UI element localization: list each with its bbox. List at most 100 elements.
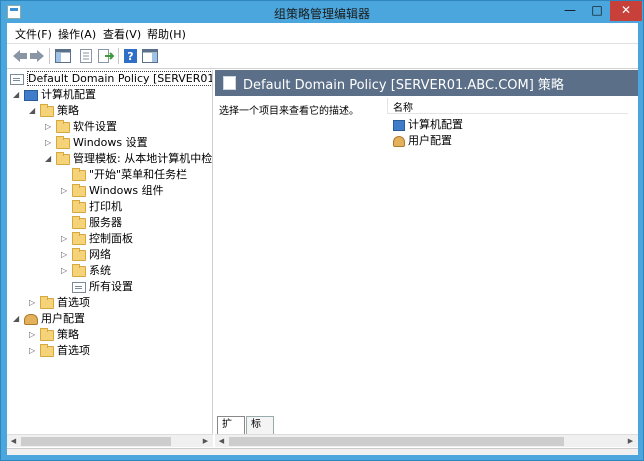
menu-help[interactable]: 帮助(H)	[147, 26, 186, 42]
folder-icon	[56, 135, 70, 149]
expand-arrow-icon[interactable]: ▷	[61, 247, 71, 263]
svg-text:?: ?	[127, 50, 133, 63]
folder-icon	[56, 119, 70, 133]
forward-arrow-icon[interactable]	[28, 48, 46, 64]
scrollbar-thumb[interactable]	[21, 437, 171, 446]
details-pane: Default Domain Policy [SERVER01.ABC.COM]…	[215, 70, 638, 435]
tab-standard[interactable]: 标准	[246, 416, 274, 446]
tree-item-user-preferences[interactable]: ▷ 首选项	[29, 343, 90, 359]
app-window: 组策略管理编辑器 — □ ✕ 文件(F) 操作(A) 查看(V) 帮助(H) ?…	[0, 0, 644, 461]
tab-extended[interactable]: 扩展	[217, 416, 245, 446]
tree-label-server: 服务器	[89, 216, 122, 229]
tree-label-all-settings: 所有设置	[89, 280, 133, 293]
column-header-name[interactable]: 名称	[388, 98, 628, 114]
tree-item-software-settings[interactable]: ▷ 软件设置	[45, 119, 117, 135]
tree-item-admin-templates[interactable]: ◢ 管理模板: 从本地计算机中检索的策略定义(ADMX 文件)	[45, 151, 213, 167]
export-list-icon[interactable]	[96, 48, 114, 64]
tree-label-windows-settings: Windows 设置	[73, 136, 148, 149]
expand-arrow-icon[interactable]: ▷	[29, 327, 39, 343]
menu-action[interactable]: 操作(A)	[58, 26, 96, 42]
tree-item-printers[interactable]: 打印机	[61, 199, 122, 215]
folder-icon	[40, 103, 54, 117]
collapse-arrow-icon[interactable]: ◢	[13, 87, 23, 103]
tree-item-root[interactable]: Default Domain Policy [SERVER01.ABC.COM]…	[9, 71, 212, 87]
scroll-right-icon[interactable]: ▶	[625, 436, 636, 447]
expand-arrow-icon[interactable]: ▷	[45, 119, 55, 135]
tree-label-windows-components: Windows 组件	[89, 184, 164, 197]
expand-arrow-icon[interactable]: ▷	[45, 135, 55, 151]
tree-item-user-config[interactable]: ◢ 用户配置	[13, 311, 85, 327]
policy-document-icon	[223, 76, 236, 90]
status-bar	[7, 448, 638, 455]
scrollbar-thumb[interactable]	[229, 437, 564, 446]
scroll-left-icon[interactable]: ◀	[8, 436, 19, 447]
tree-label-user-policies: 策略	[57, 328, 79, 341]
expand-arrow-icon[interactable]: ▷	[61, 183, 71, 199]
list-item-computer-config[interactable]: 计算机配置	[393, 117, 463, 133]
folder-icon	[72, 167, 86, 181]
tree-item-user-policies[interactable]: ▷ 策略	[29, 327, 79, 343]
scroll-right-icon[interactable]: ▶	[200, 436, 211, 447]
tree-label-policies: 策略	[57, 104, 79, 117]
collapse-arrow-icon[interactable]: ◢	[13, 311, 23, 327]
computer-icon	[24, 89, 38, 101]
tree-label-preferences: 首选项	[57, 296, 90, 309]
close-button[interactable]: ✕	[610, 1, 642, 21]
tree-item-windows-settings[interactable]: ▷ Windows 设置	[45, 135, 148, 151]
collapse-arrow-icon[interactable]: ◢	[45, 151, 55, 167]
show-hide-action-pane-icon[interactable]	[141, 48, 159, 64]
tree-item-windows-components[interactable]: ▷ Windows 组件	[61, 183, 164, 199]
folder-icon	[72, 231, 86, 245]
list-item-label: 计算机配置	[408, 118, 463, 131]
title-bar[interactable]: 组策略管理编辑器 — □ ✕	[1, 1, 643, 23]
folder-icon	[72, 183, 86, 197]
toolbar: ?	[7, 43, 638, 69]
expand-arrow-icon[interactable]: ▷	[61, 231, 71, 247]
expand-arrow-icon[interactable]: ▷	[29, 295, 39, 311]
tree-item-network[interactable]: ▷ 网络	[61, 247, 111, 263]
tree-label-system: 系统	[89, 264, 111, 277]
toolbar-separator	[49, 48, 50, 64]
tree-horizontal-scrollbar[interactable]: ◀ ▶	[7, 434, 213, 447]
maximize-button[interactable]: □	[584, 1, 610, 21]
details-horizontal-scrollbar[interactable]: ◀ ▶	[215, 434, 638, 447]
expand-arrow-icon[interactable]: ▷	[61, 263, 71, 279]
tree-item-all-settings[interactable]: 所有设置	[61, 279, 133, 295]
user-icon	[393, 135, 405, 147]
menu-file[interactable]: 文件(F)	[15, 26, 52, 42]
list-item-user-config[interactable]: 用户配置	[393, 133, 452, 149]
all-settings-icon	[72, 281, 86, 293]
tree-item-preferences[interactable]: ▷ 首选项	[29, 295, 90, 311]
details-header: Default Domain Policy [SERVER01.ABC.COM]…	[215, 70, 638, 96]
minimize-button[interactable]: —	[557, 1, 583, 21]
tree-label-software-settings: 软件设置	[73, 120, 117, 133]
toolbar-separator	[118, 48, 119, 64]
collapse-arrow-icon[interactable]: ◢	[29, 103, 39, 119]
tree-label-root: Default Domain Policy [SERVER01.ABC.COM]…	[27, 71, 212, 86]
show-hide-tree-icon[interactable]	[54, 48, 72, 64]
tree-item-policies[interactable]: ◢ 策略	[29, 103, 79, 119]
folder-icon	[72, 199, 86, 213]
tree-item-system[interactable]: ▷ 系统	[61, 263, 111, 279]
menu-view[interactable]: 查看(V)	[103, 26, 141, 42]
tree-item-server[interactable]: 服务器	[61, 215, 122, 231]
tree-item-control-panel[interactable]: ▷ 控制面板	[61, 231, 133, 247]
properties-icon[interactable]	[77, 48, 95, 64]
tree-label-printers: 打印机	[89, 200, 122, 213]
scroll-left-icon[interactable]: ◀	[216, 436, 227, 447]
tree-label-network: 网络	[89, 248, 111, 261]
tree-label-admin-templates: 管理模板: 从本地计算机中检索的策略定义(ADMX 文件)	[73, 152, 213, 165]
computer-icon	[393, 119, 405, 131]
menu-bar: 文件(F) 操作(A) 查看(V) 帮助(H)	[7, 23, 638, 42]
expand-arrow-icon[interactable]: ▷	[29, 343, 39, 359]
folder-icon	[40, 327, 54, 341]
tree-item-start-menu[interactable]: "开始"菜单和任务栏	[61, 167, 187, 183]
folder-icon	[40, 343, 54, 357]
tree-label-control-panel: 控制面板	[89, 232, 133, 245]
console-tree[interactable]: Default Domain Policy [SERVER01.ABC.COM]…	[7, 70, 213, 435]
folder-icon	[72, 247, 86, 261]
back-arrow-icon[interactable]	[11, 48, 29, 64]
tree-item-computer-config[interactable]: ◢ 计算机配置	[13, 87, 96, 103]
tree-label-start-menu: "开始"菜单和任务栏	[89, 168, 188, 181]
help-icon[interactable]: ?	[122, 48, 140, 64]
